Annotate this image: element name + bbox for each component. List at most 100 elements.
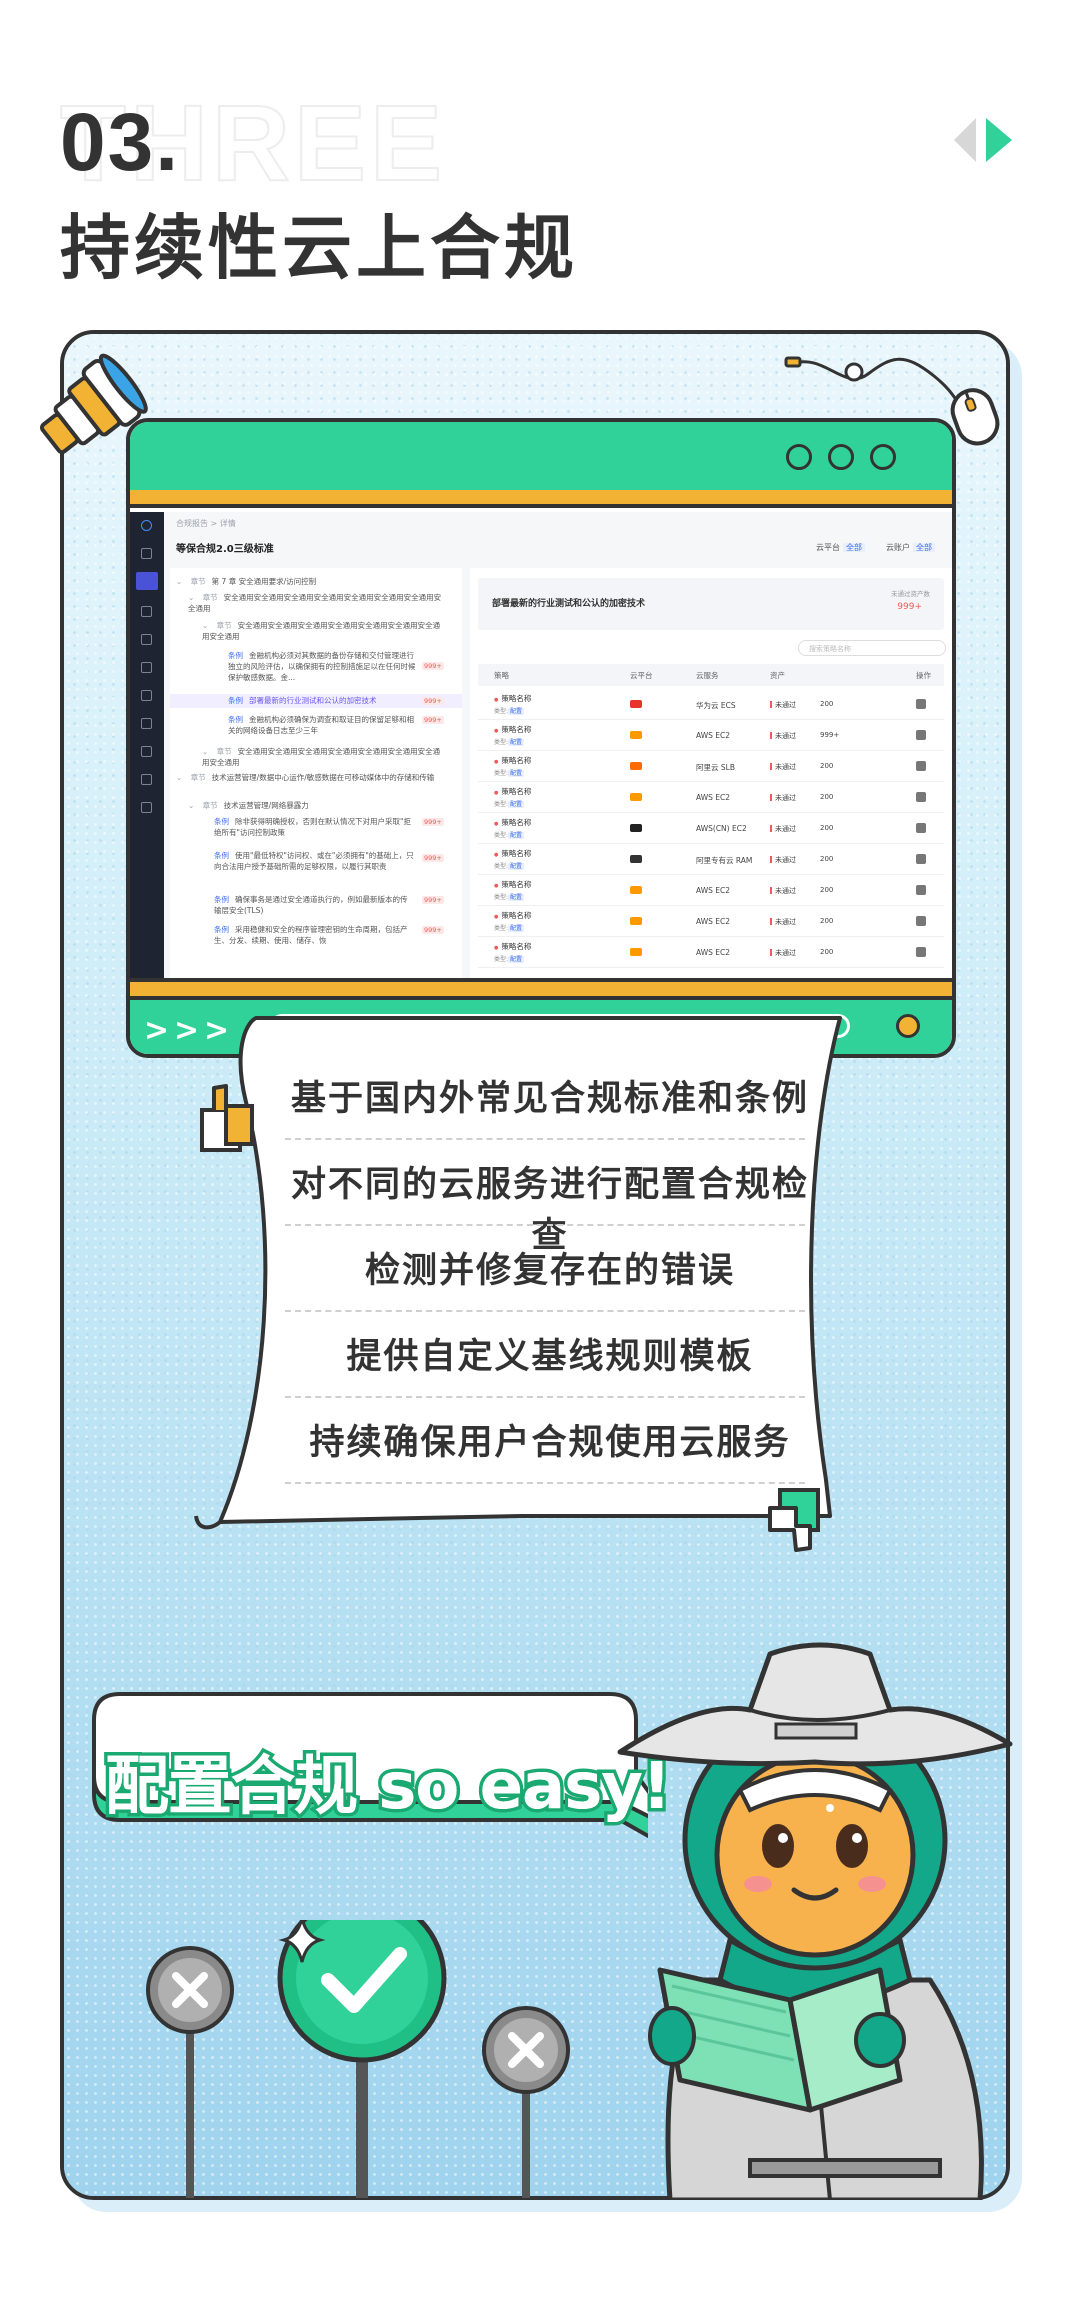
tree-item[interactable]: ⌄ 章节 安全通用安全通用安全通用安全通用安全通用安全通用安全通用安全通用	[202, 746, 446, 768]
platform-logo-icon	[630, 917, 642, 925]
tree-item[interactable]: 条例 确保事务是通过安全通道执行的，例如最新版本的传输层安全(TLS)	[214, 894, 414, 916]
detail-panel: 部署最新的行业测试和公认的加密技术 未通过资产数 999+ 搜索策略名称 策略 …	[470, 568, 952, 982]
panel-header: 部署最新的行业测试和公认的加密技术 未通过资产数 999+	[478, 578, 944, 630]
column-header[interactable]: 资产	[770, 670, 785, 681]
filter-platform[interactable]: 云平台 全部	[816, 542, 865, 553]
cloud-service: AWS EC2	[696, 917, 731, 926]
action-icon[interactable]	[916, 761, 926, 771]
policy-name[interactable]: 策略名称	[494, 848, 531, 859]
table-row[interactable]: 策略名称类型:配置 华为云 ECS 未通过 200	[478, 690, 944, 720]
nav-arrows[interactable]	[950, 112, 1018, 168]
cloud-service: AWS EC2	[696, 948, 731, 957]
policy-type: 类型: 配置	[494, 708, 525, 715]
prev-arrow-icon	[954, 118, 976, 162]
policy-name[interactable]: 策略名称	[494, 879, 531, 890]
count-badge: 999+	[422, 716, 444, 724]
status-text: 未通过	[770, 762, 796, 772]
policy-name[interactable]: 策略名称	[494, 786, 531, 797]
asset-count: 200	[820, 917, 834, 925]
policy-type: 类型: 配置	[494, 832, 525, 839]
table-row[interactable]: 策略名称类型:配置 AWS EC2 未通过 200	[478, 783, 944, 813]
tree-item[interactable]: ⌄ 章节 安全通用安全通用安全通用安全通用安全通用安全通用安全通用安全通用	[188, 592, 446, 614]
sign-posts	[146, 1920, 570, 2198]
cross-sign-icon	[482, 2006, 570, 2094]
table-row[interactable]: 策略名称类型:配置 阿里专有云 RAM 未通过 200	[478, 845, 944, 875]
scroll-knob[interactable]	[896, 1014, 920, 1038]
status-text: 未通过	[770, 948, 796, 958]
table-row[interactable]: 策略名称类型:配置 AWS EC2 未通过 999+	[478, 721, 944, 751]
platform-logo-icon	[630, 948, 642, 956]
browser-window: 合规报告 > 详情 等保合规2.0三级标准 云平台 全部 云账户 全部 ⌄ 章节第 …	[126, 418, 956, 1058]
tree-item[interactable]: ⌄ 章节第 7 章 安全通用要求/访问控制	[176, 576, 446, 587]
asset-count: 200	[820, 762, 834, 770]
cross-sign-icon	[146, 1946, 234, 2034]
divider	[285, 1482, 805, 1484]
standard-title: 等保合规2.0三级标准	[176, 544, 274, 555]
status-text: 未通过	[770, 917, 796, 927]
policy-type: 类型: 配置	[494, 925, 525, 932]
count-badge: 999+	[422, 662, 444, 670]
column-header[interactable]: 云平台	[630, 670, 653, 681]
policy-name[interactable]: 策略名称	[494, 941, 531, 952]
window-dot[interactable]	[786, 444, 812, 470]
policy-name[interactable]: 策略名称	[494, 817, 531, 828]
policy-name[interactable]: 策略名称	[494, 755, 531, 766]
tree-item[interactable]: 条例 除非获得明确授权，否则在默认情况下对用户采取"拒绝所有"访问控制政策	[214, 816, 414, 838]
asset-count: 200	[820, 886, 834, 894]
filter-account[interactable]: 云账户 全部	[886, 542, 935, 553]
browser-titlebar	[130, 422, 952, 494]
table-row[interactable]: 策略名称类型:配置 AWS(CN) EC2 未通过 200	[478, 814, 944, 844]
action-icon[interactable]	[916, 823, 926, 833]
asset-count: 999+	[820, 731, 840, 739]
cloud-service: AWS EC2	[696, 886, 731, 895]
policy-name[interactable]: 策略名称	[494, 724, 531, 735]
action-icon[interactable]	[916, 947, 926, 957]
column-header[interactable]: 云服务	[696, 670, 719, 681]
app-sidebar	[130, 512, 164, 982]
feature-item: 基于国内外常见合规标准和条例	[290, 1079, 809, 1119]
asset-count: 200	[820, 824, 834, 832]
policy-name[interactable]: 策略名称	[494, 693, 531, 704]
status-text: 未通过	[770, 731, 796, 741]
policy-search-input[interactable]: 搜索策略名称	[798, 640, 946, 656]
tree-item[interactable]: ⌄ 章节 安全通用安全通用安全通用安全通用安全通用安全通用安全通用安全通用	[202, 620, 446, 642]
action-icon[interactable]	[916, 916, 926, 926]
feature-item: 持续确保用户合规使用云服务	[309, 1423, 791, 1463]
column-header[interactable]: 策略	[494, 670, 509, 681]
tree-item[interactable]: 条例 采用稳健和安全的程序管理密钥的生命周期，包括产生、分发、续期、使用、储存、恢	[214, 924, 414, 946]
platform-logo-icon	[630, 793, 642, 801]
tree-item[interactable]: ⌄ 章节 技术运营管理/数据中心运作/敏感数据在可移动媒体中的存储和传输	[176, 772, 446, 783]
table-header: 策略 云平台 云服务 资产 操作	[478, 664, 944, 686]
cloud-service: 阿里云 SLB	[696, 763, 735, 772]
cloud-service: AWS EC2	[696, 731, 731, 740]
window-dot[interactable]	[870, 444, 896, 470]
chapter-tree: ⌄ 章节第 7 章 安全通用要求/访问控制 ⌄ 章节 安全通用安全通用安全通用安全…	[170, 568, 462, 982]
table-row[interactable]: 策略名称类型:配置 AWS EC2 未通过 200	[478, 907, 944, 937]
tree-item[interactable]: 条例 金融机构必须对其数据的备份存储和交付管理进行独立的风险评估，以确保拥有的控制…	[228, 650, 418, 683]
tree-item[interactable]: ⌄ 章节 技术运营管理/网络暴露力	[188, 800, 446, 811]
platform-logo-icon	[630, 824, 642, 832]
action-icon[interactable]	[916, 699, 926, 709]
asset-count: 200	[820, 700, 834, 708]
action-icon[interactable]	[916, 854, 926, 864]
policy-type: 类型: 配置	[494, 894, 525, 901]
policy-name[interactable]: 策略名称	[494, 910, 531, 921]
tree-item[interactable]: 条例 金融机构必须确保为调查和取证目的保留足够和相关的网络设备日志至少三年	[228, 714, 418, 736]
section-title: 持续性云上合规	[60, 207, 578, 289]
table-row[interactable]: 策略名称类型:配置 AWS EC2 未通过 200	[478, 876, 944, 906]
policy-type: 类型: 配置	[494, 863, 525, 870]
count-badge: 999+	[422, 854, 444, 862]
breadcrumb[interactable]: 合规报告 > 详情	[176, 518, 236, 529]
action-icon[interactable]	[916, 730, 926, 740]
window-dot[interactable]	[828, 444, 854, 470]
cloud-service: AWS(CN) EC2	[696, 824, 747, 833]
tree-item[interactable]: 条例 使用"最低特权"访问权、或在"必须拥有"的基础上，只向合法用户授予基础所需的…	[214, 850, 414, 872]
policy-type: 类型: 配置	[494, 801, 525, 808]
tree-item-selected[interactable]: 条例 部署最新的行业测试和公认的加密技术	[170, 694, 462, 708]
action-icon[interactable]	[916, 885, 926, 895]
column-header[interactable]: 操作	[916, 670, 931, 681]
table-row[interactable]: 策略名称类型:配置 AWS EC2 未通过 200	[478, 938, 944, 968]
action-icon[interactable]	[916, 792, 926, 802]
table-row[interactable]: 策略名称类型:配置 阿里云 SLB 未通过 200	[478, 752, 944, 782]
policy-type: 类型: 配置	[494, 739, 525, 746]
